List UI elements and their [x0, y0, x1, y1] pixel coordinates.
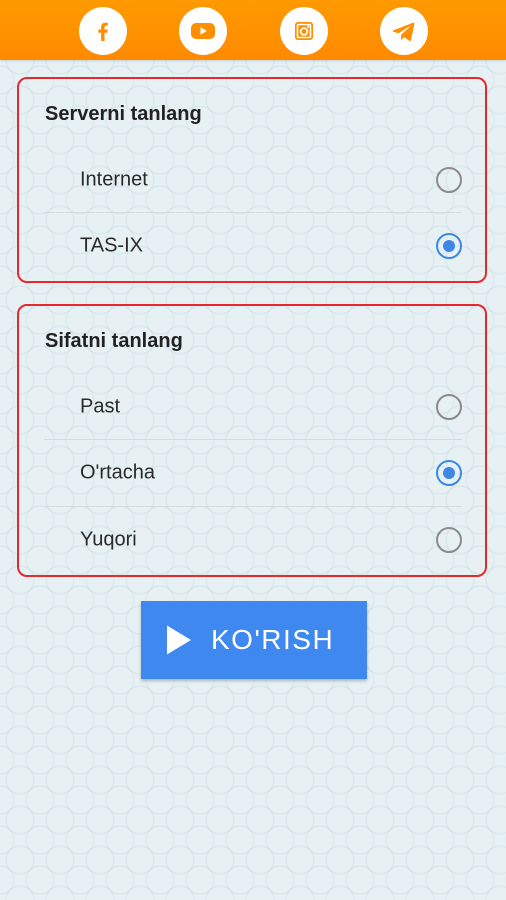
- instagram-button[interactable]: [280, 7, 328, 55]
- facebook-icon: [98, 22, 108, 41]
- server-option-tasix[interactable]: TAS-IX: [44, 213, 462, 279]
- watch-button[interactable]: KO'RISH: [141, 601, 367, 679]
- quality-option-label: Yuqori: [80, 528, 137, 551]
- radio-button[interactable]: [436, 527, 462, 553]
- quality-option-past[interactable]: Past: [44, 374, 462, 440]
- telegram-icon: [392, 22, 415, 41]
- server-selection-card: Serverni tanlang Internet TAS-IX: [17, 77, 487, 283]
- youtube-icon: [191, 23, 215, 39]
- play-icon: [167, 625, 191, 655]
- quality-option-yuqori[interactable]: Yuqori: [44, 507, 462, 573]
- quality-option-label: Past: [80, 395, 121, 418]
- quality-option-ortacha[interactable]: O'rtacha: [44, 440, 462, 506]
- radio-button-selected[interactable]: [436, 460, 462, 486]
- telegram-button[interactable]: [380, 7, 428, 55]
- watch-button-label: KO'RISH: [211, 624, 335, 655]
- server-title: Serverni tanlang: [45, 103, 202, 125]
- server-option-label: TAS-IX: [80, 234, 143, 257]
- instagram-icon: [295, 22, 313, 40]
- radio-button[interactable]: [436, 167, 462, 193]
- facebook-button[interactable]: [79, 7, 127, 55]
- youtube-button[interactable]: [179, 7, 227, 55]
- radio-button[interactable]: [436, 394, 462, 420]
- radio-button-selected[interactable]: [436, 233, 462, 259]
- quality-title: Sifatni tanlang: [45, 330, 183, 352]
- social-bar: [0, 0, 506, 60]
- quality-selection-card: Sifatni tanlang Past O'rtacha Yuqori: [17, 304, 487, 577]
- server-option-internet[interactable]: Internet: [44, 147, 462, 213]
- server-option-label: Internet: [80, 168, 148, 191]
- quality-option-label: O'rtacha: [80, 461, 155, 484]
